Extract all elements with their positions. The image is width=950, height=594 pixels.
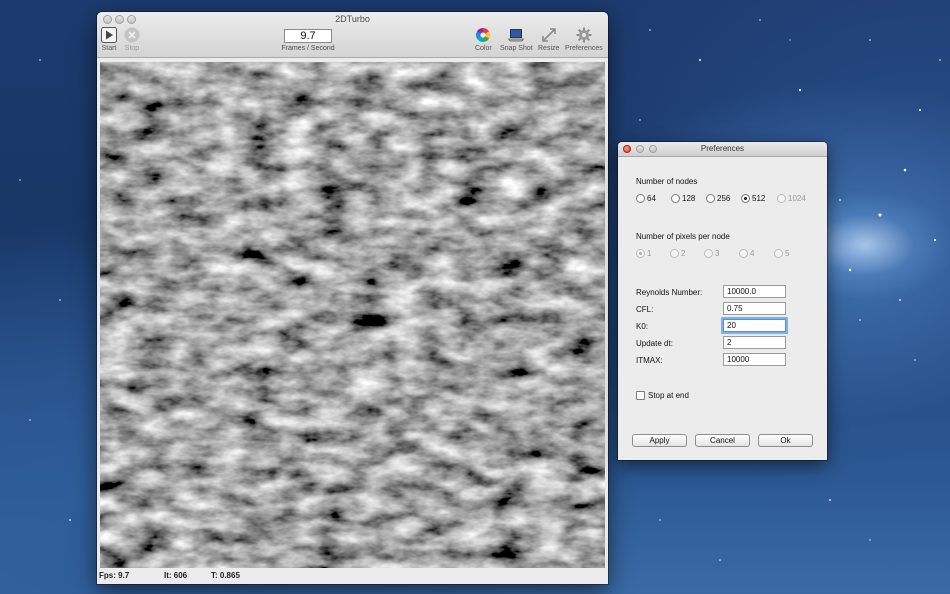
pixels-radio-2[interactable]: 2	[670, 249, 685, 258]
stop-button[interactable]: Stop	[124, 27, 140, 52]
main-window: 2DTurbo Start Stop 9.7 Frames / Second C…	[97, 12, 608, 584]
stop-at-end-checkbox[interactable]: Stop at end	[636, 391, 689, 400]
color-label: Color	[475, 45, 492, 52]
resize-arrows-icon	[541, 28, 556, 42]
reynolds-label: Reynolds Number:	[636, 288, 703, 297]
color-button[interactable]: Color	[475, 27, 492, 52]
laptop-icon	[508, 29, 525, 42]
cancel-button[interactable]: Cancel	[695, 434, 750, 447]
pixels-radio-3[interactable]: 3	[704, 249, 719, 258]
nodes-radio-64[interactable]: 64	[636, 194, 656, 203]
preferences-button[interactable]: Preferences	[565, 27, 603, 52]
resize-label: Resize	[538, 45, 560, 52]
apply-button[interactable]: Apply	[632, 434, 687, 447]
stop-label: Stop	[124, 45, 140, 52]
start-button[interactable]: Start	[101, 27, 117, 52]
pixels-heading: Number of pixels per node	[636, 232, 730, 241]
update-dt-input[interactable]	[723, 336, 786, 349]
status-fps: Fps: 9.7	[99, 571, 130, 580]
itmax-input[interactable]	[723, 353, 786, 366]
simulation-view[interactable]	[100, 62, 605, 568]
window-title: 2DTurbo	[335, 14, 370, 24]
status-iteration: It: 606	[164, 571, 188, 580]
snapshot-label: Snap Shot	[500, 45, 533, 52]
play-icon	[101, 27, 117, 43]
preferences-titlebar: Preferences	[618, 142, 827, 157]
status-bar: Fps: 9.7 It: 606 T: 0.865	[97, 569, 608, 584]
k0-label: K0:	[636, 322, 649, 331]
nodes-heading: Number of nodes	[636, 177, 698, 186]
resize-button[interactable]: Resize	[538, 27, 559, 52]
preferences-title: Preferences	[700, 144, 745, 153]
checkbox-box	[636, 391, 645, 400]
fps-caption: Frames / Second	[281, 45, 335, 52]
pixels-radio-4[interactable]: 4	[739, 249, 754, 258]
snapshot-button[interactable]: Snap Shot	[500, 27, 533, 52]
toolbar: 2DTurbo Start Stop 9.7 Frames / Second C…	[97, 12, 608, 58]
pixels-radio-1[interactable]: 1	[636, 249, 651, 258]
nodes-radio-128[interactable]: 128	[671, 194, 695, 203]
nodes-radio-256[interactable]: 256	[706, 194, 730, 203]
fps-display: 9.7	[284, 29, 332, 43]
color-wheel-icon	[476, 28, 491, 42]
cfl-input[interactable]	[723, 302, 786, 315]
update-dt-label: Update dt:	[636, 339, 673, 348]
preferences-dialog: Preferences Number of nodes 64 128 256 5…	[618, 142, 827, 460]
stop-at-end-label: Stop at end	[648, 391, 689, 400]
start-label: Start	[101, 45, 117, 52]
nodes-radio-512[interactable]: 512	[741, 194, 765, 203]
ok-button[interactable]: Ok	[758, 434, 813, 447]
cfl-label: CFL:	[636, 305, 654, 314]
status-time: T: 0.865	[211, 571, 240, 580]
nodes-radio-1024[interactable]: 1024	[777, 194, 806, 203]
reynolds-input[interactable]	[723, 285, 786, 298]
gear-icon	[576, 27, 592, 43]
pixels-radio-5[interactable]: 5	[774, 249, 789, 258]
stop-icon	[124, 27, 140, 43]
itmax-label: ITMAX:	[636, 356, 663, 365]
preferences-label: Preferences	[565, 45, 603, 52]
k0-input[interactable]	[723, 319, 786, 332]
